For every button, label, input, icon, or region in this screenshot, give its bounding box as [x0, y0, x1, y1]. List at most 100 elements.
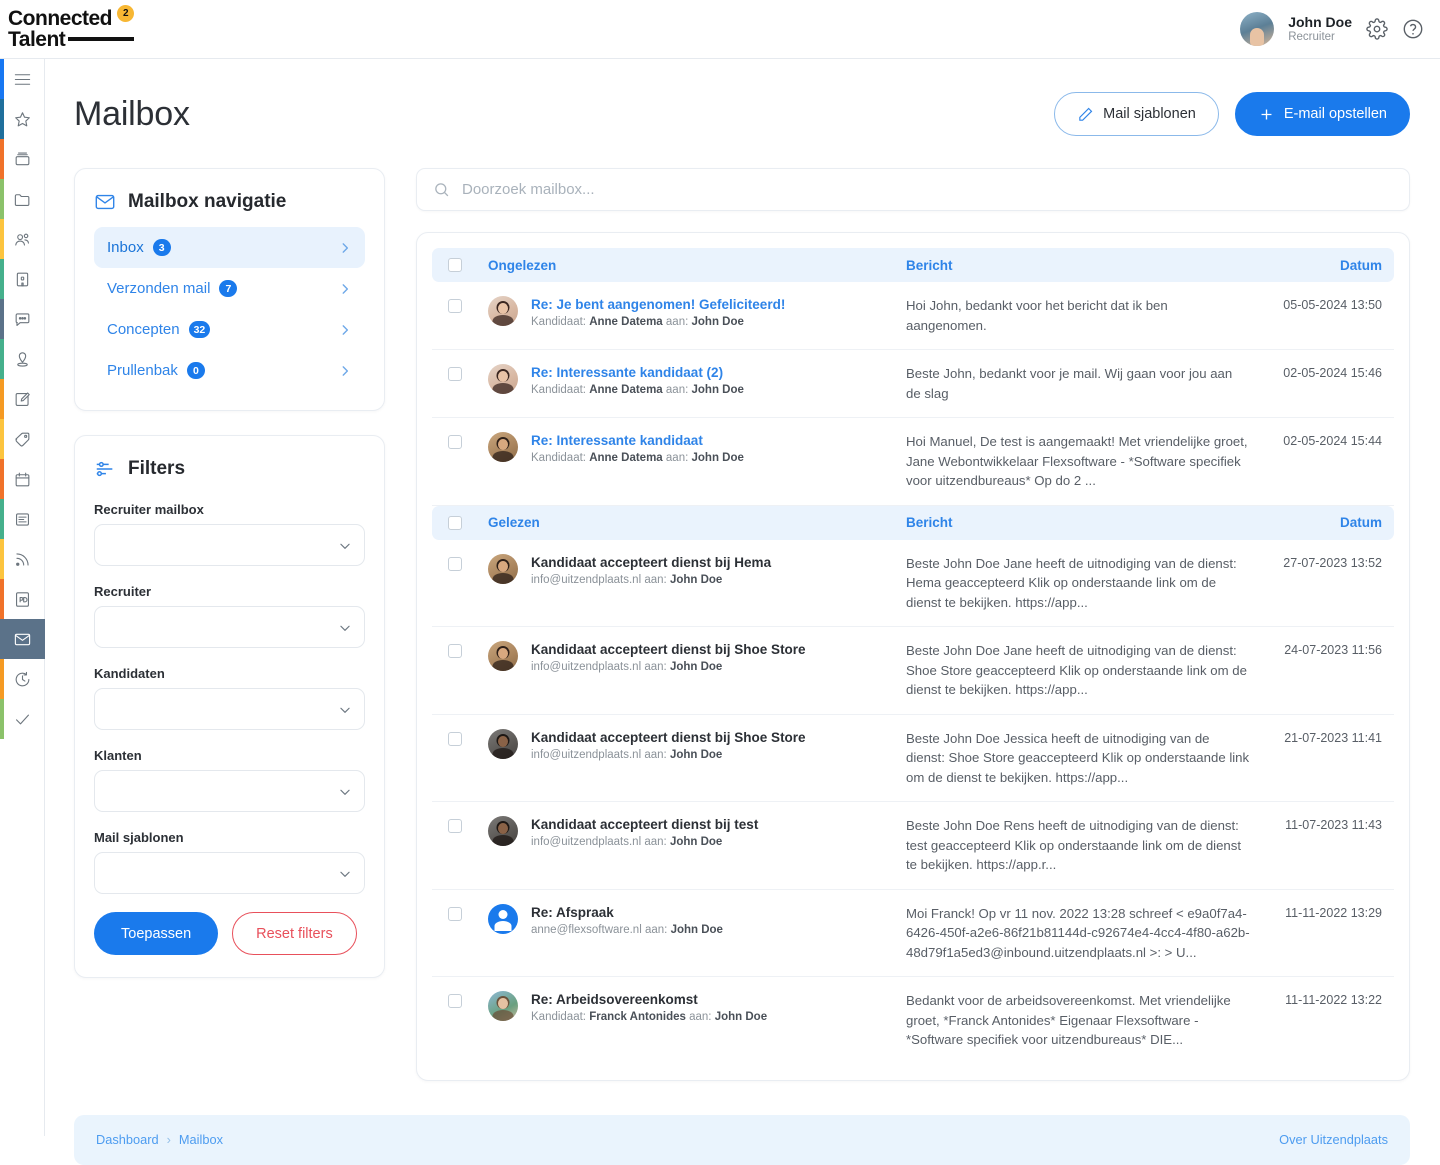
column-header-status[interactable]: Gelezen	[488, 515, 540, 530]
column-header-status[interactable]: Ongelezen	[488, 258, 556, 273]
filter-select-kandidaten[interactable]	[94, 688, 365, 730]
mailbox-nav-item-concepten[interactable]: Concepten 32	[94, 309, 365, 350]
select-all-checkbox[interactable]	[448, 258, 462, 272]
rail-item-archive-box[interactable]	[0, 139, 45, 179]
column-header-date[interactable]: Datum	[1340, 258, 1382, 273]
breadcrumb-dashboard[interactable]: Dashboard	[96, 1132, 159, 1147]
mail-row[interactable]: Re: Afspraak anne@flexsoftware.nl aan: Jo…	[432, 890, 1394, 977]
mailbox-navigation-title: Mailbox navigatie	[94, 191, 365, 213]
mail-snippet: Moi Franck! Op vr 11 nov. 2022 13:28 sch…	[906, 905, 1250, 960]
mail-row[interactable]: Re: Interessante kandidaat (2) Kandidaat:…	[432, 350, 1394, 418]
rail-item-users[interactable]	[0, 219, 45, 259]
rail-item-tag[interactable]	[0, 419, 45, 459]
search-icon	[435, 183, 449, 197]
mail-row-checkbox[interactable]	[448, 435, 462, 449]
mail-row[interactable]: Kandidaat accepteert dienst bij Shoe Sto…	[432, 627, 1394, 715]
mailbox-nav-item-verzonden-mail[interactable]: Verzonden mail 7	[94, 268, 365, 309]
mail-row-checkbox[interactable]	[448, 906, 462, 921]
rail-item-folder[interactable]	[0, 179, 45, 219]
mail-row[interactable]: Re: Interessante kandidaat Kandidaat: Ann…	[432, 418, 1394, 506]
tag-icon	[15, 432, 30, 446]
mail-snippet: Beste John Doe Jessica heeft de uitnodig…	[906, 730, 1250, 785]
column-header-message[interactable]: Bericht	[906, 515, 953, 530]
rail-item-star[interactable]	[0, 99, 45, 139]
rail-item-rss-feed[interactable]	[0, 539, 45, 579]
mail-row-checkbox[interactable]	[448, 819, 462, 833]
mail-date: 21-07-2023 11:41	[1284, 730, 1382, 745]
mail-subject[interactable]: Re: Interessante kandidaat (2)	[531, 364, 744, 381]
rail-item-chat-bubble[interactable]	[0, 299, 45, 339]
column-header-date[interactable]: Datum	[1340, 515, 1382, 530]
rail-item-pdf-file[interactable]	[0, 579, 45, 619]
mail-row[interactable]: Re: Je bent aangenomen! Gefeliciteerd! Ka…	[432, 282, 1394, 350]
brand-logo[interactable]: Connected Talent 2	[8, 4, 135, 54]
mail-meta: anne@flexsoftware.nl aan: John Doe	[531, 923, 723, 938]
rail-item-check[interactable]	[0, 699, 45, 739]
rail-item-location-pin[interactable]	[0, 339, 45, 379]
mail-subject[interactable]: Re: Afspraak	[531, 904, 723, 921]
building-icon	[16, 272, 29, 286]
mail-subject[interactable]: Re: Interessante kandidaat	[531, 432, 744, 449]
mail-meta-to-label: aan:	[665, 384, 689, 396]
mail-snippet: Beste John, bedankt voor je mail. Wij ga…	[906, 366, 1233, 401]
filter-field: Recruiter	[94, 584, 365, 648]
mail-subject[interactable]: Re: Arbeidsovereenkomst	[531, 991, 767, 1008]
mail-date: 11-11-2022 13:29	[1285, 905, 1382, 920]
mail-row-checkbox[interactable]	[448, 556, 462, 571]
mail-meta: info@uitzendplaats.nl aan: John Doe	[531, 835, 758, 850]
mail-row[interactable]: Kandidaat accepteert dienst bij Hema info…	[432, 540, 1394, 627]
mail-row[interactable]: Re: Arbeidsovereenkomst Kandidaat: Franck…	[432, 977, 1394, 1064]
mail-row-checkbox[interactable]	[448, 644, 462, 658]
mailbox-nav-item-inbox[interactable]: Inbox 3	[94, 227, 365, 268]
mail-subject[interactable]: Kandidaat accepteert dienst bij test	[531, 816, 758, 833]
page-header: Mailbox Mail sjablonen E-mail opstellen	[45, 59, 1440, 136]
rail-item-hamburger-menu[interactable]	[0, 59, 45, 99]
mail-subject[interactable]: Kandidaat accepteert dienst bij Shoe Sto…	[531, 729, 806, 746]
mail-row-checkbox[interactable]	[448, 367, 462, 381]
mailbox-nav-item-prullenbak[interactable]: Prullenbak 0	[94, 350, 365, 391]
mail-row-checkbox[interactable]	[448, 994, 462, 1008]
question-circle-icon[interactable]	[1402, 18, 1424, 40]
rail-item-edit-note[interactable]	[0, 379, 45, 419]
mail-snippet: Beste John Doe Jane heeft de uitnodiging…	[906, 643, 1247, 697]
mail-templates-button[interactable]: Mail sjablonen	[1054, 92, 1219, 136]
avatar	[488, 903, 518, 934]
compose-email-button[interactable]: E-mail opstellen	[1234, 92, 1410, 136]
column-header-message[interactable]: Bericht	[906, 258, 953, 273]
mail-subject[interactable]: Re: Je bent aangenomen! Gefeliciteerd!	[531, 296, 785, 313]
search-bar[interactable]	[416, 168, 1410, 211]
avatar[interactable]	[1240, 12, 1275, 46]
filter-select-recruiter-mailbox[interactable]	[94, 524, 365, 566]
search-input[interactable]	[462, 181, 1393, 198]
mail-row[interactable]: Kandidaat accepteert dienst bij Shoe Sto…	[432, 715, 1394, 802]
user-meta[interactable]: John Doe Recruiter	[1288, 14, 1352, 45]
filter-select-klanten[interactable]	[94, 770, 365, 812]
mail-row-checkbox[interactable]	[448, 731, 462, 746]
rail-item-clock-history[interactable]	[0, 659, 45, 699]
filter-field-label: Recruiter	[94, 584, 152, 599]
filter-select-recruiter[interactable]	[94, 606, 365, 648]
mail-templates-button-label: Mail sjablonen	[1103, 106, 1196, 122]
filter-select-mail-sjablonen[interactable]	[94, 852, 365, 894]
mail-row[interactable]: Kandidaat accepteert dienst bij test info…	[432, 802, 1394, 890]
rail-item-building[interactable]	[0, 259, 45, 299]
mail-subject[interactable]: Kandidaat accepteert dienst bij Shoe Sto…	[531, 641, 806, 658]
mail-subject[interactable]: Kandidaat accepteert dienst bij Hema	[531, 554, 771, 571]
rail-item-calendar[interactable]	[0, 459, 45, 499]
mail-sender-name: Anne Datema	[589, 452, 663, 464]
rail-item-envelope[interactable]	[0, 619, 45, 659]
gear-icon[interactable]	[1366, 18, 1388, 40]
brand-logo-line2: Talent	[8, 27, 66, 51]
chevron-right-icon	[342, 324, 349, 335]
mail-meta: info@uitzendplaats.nl aan: John Doe	[531, 573, 771, 588]
select-all-checkbox[interactable]	[448, 515, 462, 530]
mail-date: 24-07-2023 11:56	[1284, 643, 1382, 657]
mail-snippet: Beste John Doe Jane heeft de uitnodiging…	[906, 555, 1237, 610]
reset-filters-button[interactable]: Reset filters	[232, 912, 357, 955]
apply-filters-button[interactable]: Toepassen	[94, 912, 219, 955]
breadcrumb-mailbox[interactable]: Mailbox	[179, 1132, 223, 1147]
mailbox-nav-item-count: 0	[186, 362, 205, 379]
mail-row-checkbox[interactable]	[448, 299, 462, 313]
about-uitzendplaats-link[interactable]: Over Uitzendplaats	[1279, 1132, 1388, 1147]
rail-item-document[interactable]	[0, 499, 45, 539]
